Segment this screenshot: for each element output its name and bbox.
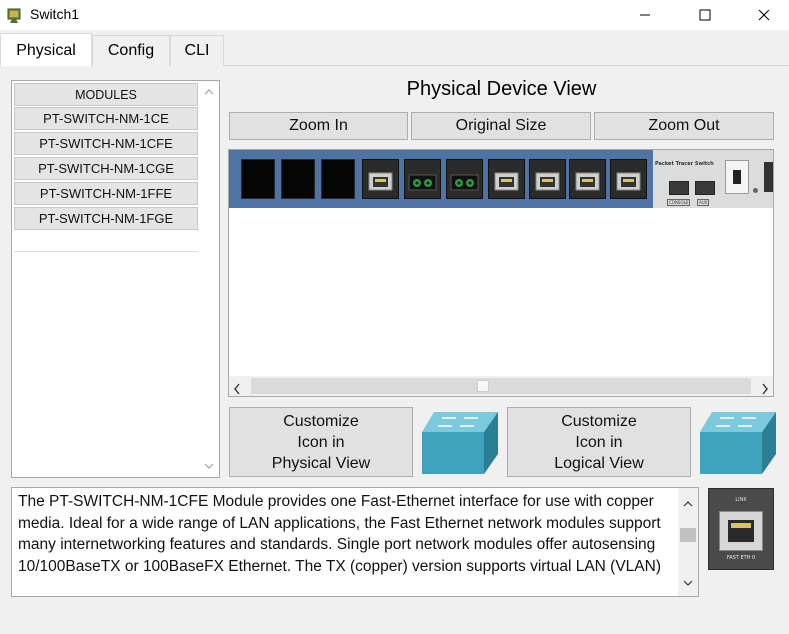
power-switch[interactable]	[725, 160, 749, 194]
module-description-text: The PT-SWITCH-NM-1CFE Module provides on…	[18, 493, 661, 575]
module-preview-image: LINK FAST ETH 0	[708, 488, 774, 570]
modules-header: MODULES	[14, 83, 198, 106]
module-item-1ffe[interactable]: PT-SWITCH-NM-1FFE	[14, 182, 198, 205]
module-item-1fge[interactable]: PT-SWITCH-NM-1FGE	[14, 207, 198, 230]
module-empty-row	[14, 231, 198, 252]
module-item-1ce[interactable]: PT-SWITCH-NM-1CE	[14, 107, 198, 130]
ethernet-port-module[interactable]	[569, 159, 606, 199]
switch-physical-icon	[422, 412, 498, 474]
modules-scrollbar[interactable]	[199, 81, 219, 477]
fiber-port-icon	[408, 174, 437, 191]
device-viewport[interactable]: Packet Tracer Switch CONSOLE AUX	[228, 149, 774, 397]
chevron-up-icon[interactable]	[199, 83, 219, 101]
scrollbar-thumb[interactable]	[477, 380, 489, 392]
rj45-port-icon	[719, 511, 763, 551]
window-title: Switch1	[30, 6, 80, 22]
maximize-icon	[699, 9, 711, 21]
tab-cli[interactable]: CLI	[170, 35, 224, 66]
chevron-down-icon[interactable]	[199, 457, 219, 475]
module-item-1cge[interactable]: PT-SWITCH-NM-1CGE	[14, 157, 198, 180]
fiber-port-module[interactable]	[446, 159, 483, 199]
description-scrollbar[interactable]	[678, 488, 698, 596]
customize-logical-line-1: Customize	[561, 412, 637, 430]
physical-device-view-title: Physical Device View	[406, 78, 597, 100]
switch-logical-icon	[700, 412, 776, 474]
customize-physical-view-button[interactable]: Customize Icon in Physical View	[229, 407, 413, 477]
customize-physical-line-3: Physical View	[271, 454, 371, 472]
maximize-button[interactable]	[681, 0, 729, 30]
minimize-icon	[640, 14, 650, 16]
zoom-in-button[interactable]: Zoom In	[229, 112, 408, 140]
viewport-horizontal-scrollbar[interactable]	[229, 376, 773, 396]
scrollbar-track[interactable]	[251, 378, 751, 394]
tab-physical[interactable]: Physical	[0, 33, 92, 67]
ethernet-port-icon	[616, 172, 641, 191]
chevron-down-icon[interactable]	[683, 571, 693, 590]
original-size-button[interactable]: Original Size	[411, 112, 591, 140]
port-fast-eth-label: FAST ETH 0	[726, 555, 756, 561]
device-label: Packet Tracer Switch	[655, 161, 714, 167]
chevron-right-icon[interactable]	[761, 380, 769, 396]
ethernet-port-icon	[535, 172, 560, 191]
module-description-box[interactable]: The PT-SWITCH-NM-1CFE Module provides on…	[11, 487, 699, 597]
ethernet-port-module[interactable]	[362, 159, 399, 199]
ethernet-port-icon	[575, 172, 600, 191]
chevron-left-icon[interactable]	[233, 380, 241, 396]
close-button[interactable]	[740, 0, 788, 30]
switch-app-icon	[7, 8, 21, 23]
close-icon	[758, 9, 770, 21]
scrollbar-thumb[interactable]	[680, 528, 696, 542]
minimize-button[interactable]	[621, 0, 669, 30]
ethernet-port-icon	[368, 172, 393, 191]
customize-physical-line-1: Customize	[283, 412, 359, 430]
console-port[interactable]	[669, 181, 689, 195]
chevron-up-icon[interactable]	[683, 492, 693, 511]
zoom-out-button[interactable]: Zoom Out	[594, 112, 774, 140]
ethernet-port-icon	[494, 172, 519, 191]
fiber-port-icon	[450, 174, 479, 191]
aux-port[interactable]	[695, 181, 715, 195]
empty-slot[interactable]	[281, 159, 315, 199]
window-bottom-edge	[0, 630, 789, 634]
customize-logical-line-3: Logical View	[554, 454, 644, 472]
power-socket	[764, 162, 773, 192]
fiber-port-module[interactable]	[404, 159, 441, 199]
module-item-1cfe[interactable]: PT-SWITCH-NM-1CFE	[14, 132, 198, 155]
tab-config[interactable]: Config	[92, 35, 170, 66]
ethernet-port-module[interactable]	[488, 159, 525, 199]
customize-logical-view-button[interactable]: Customize Icon in Logical View	[507, 407, 691, 477]
aux-label: AUX	[697, 199, 710, 206]
empty-slot[interactable]	[321, 159, 355, 199]
ethernet-port-module[interactable]	[529, 159, 566, 199]
console-label: CONSOLE	[667, 199, 691, 206]
empty-slot[interactable]	[241, 159, 275, 199]
modules-list[interactable]: MODULES PT-SWITCH-NM-1CE PT-SWITCH-NM-1C…	[11, 80, 220, 478]
customize-physical-line-2: Icon in	[297, 433, 345, 451]
customize-logical-line-2: Icon in	[575, 433, 623, 451]
ethernet-port-module[interactable]	[610, 159, 647, 199]
port-link-label: LINK	[735, 497, 747, 503]
switch-control-panel: Packet Tracer Switch CONSOLE AUX	[653, 150, 773, 208]
switch-chassis: Packet Tracer Switch CONSOLE AUX	[229, 150, 773, 208]
power-led	[753, 188, 758, 193]
title-bar: Switch1	[0, 0, 789, 30]
